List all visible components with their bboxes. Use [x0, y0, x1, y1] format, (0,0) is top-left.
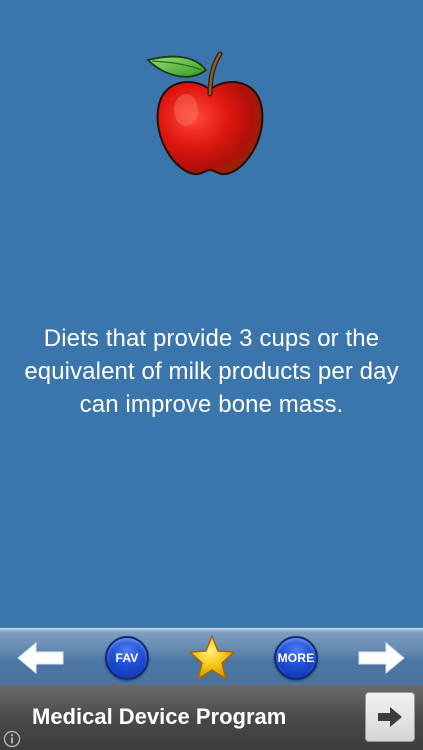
more-label: MORE	[277, 650, 315, 665]
favorite-star-button[interactable]	[186, 629, 238, 686]
ad-go-button[interactable]	[365, 692, 415, 742]
fav-button[interactable]: FAV	[103, 629, 151, 686]
info-icon	[3, 730, 21, 748]
fav-button-face: FAV	[105, 635, 149, 680]
apple-icon	[140, 48, 280, 180]
left-arrow-icon	[17, 641, 64, 674]
right-arrow-icon	[378, 707, 402, 727]
more-button-face: MORE	[274, 635, 318, 680]
ad-banner[interactable]: Medical Device Program	[0, 685, 423, 750]
fact-text: Diets that provide 3 cups or the equival…	[24, 325, 399, 418]
fact-screen: Diets that provide 3 cups or the equival…	[0, 0, 423, 750]
ad-info-button[interactable]	[2, 729, 22, 749]
more-button[interactable]: MORE	[272, 629, 320, 686]
next-button[interactable]	[354, 629, 408, 686]
fav-label: FAV	[115, 650, 139, 665]
bottom-toolbar: FAV MORE	[0, 628, 423, 685]
star-icon	[189, 634, 235, 680]
previous-button[interactable]	[14, 629, 68, 686]
ad-title[interactable]: Medical Device Program	[32, 703, 286, 731]
right-arrow-icon	[358, 641, 405, 674]
